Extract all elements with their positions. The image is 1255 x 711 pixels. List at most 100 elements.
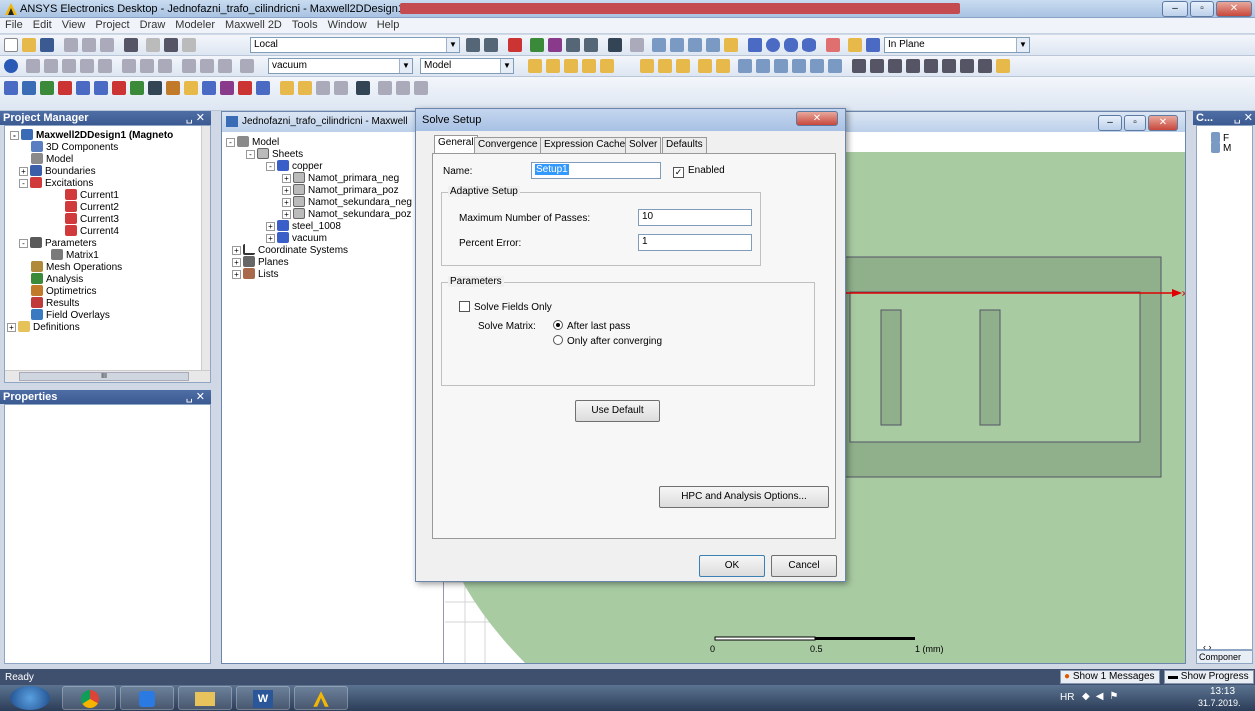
cancel-button[interactable]: Cancel <box>771 555 837 577</box>
pin-close-icon[interactable]: ␣ ✕ <box>186 111 205 125</box>
tab-convergence[interactable]: Convergence <box>474 137 542 153</box>
menu-draw[interactable]: Draw <box>135 18 171 32</box>
toolbar-icon[interactable] <box>906 59 920 73</box>
show-progress-button[interactable]: ▬ Show Progress <box>1164 670 1254 684</box>
undo-icon[interactable] <box>164 38 178 52</box>
toolbar-icon[interactable] <box>564 59 578 73</box>
toolbar-icon[interactable] <box>466 38 480 52</box>
toolbar-icon[interactable] <box>184 81 198 95</box>
draw-polygon-icon[interactable] <box>784 38 798 52</box>
toolbar-icon[interactable] <box>828 59 842 73</box>
toolbar-icon[interactable] <box>600 59 614 73</box>
enabled-checkbox[interactable]: ✓ Enabled <box>673 165 725 178</box>
percent-error-field[interactable]: 1 <box>638 234 752 251</box>
toolbar-icon[interactable] <box>58 81 72 95</box>
toolbar-icon[interactable] <box>298 81 312 95</box>
toolbar-icon[interactable] <box>960 59 974 73</box>
toolbar-icon[interactable] <box>122 59 136 73</box>
toolbar-icon[interactable] <box>112 81 126 95</box>
plane-combo[interactable]: In Plane ▼ <box>884 37 1030 53</box>
copy-icon[interactable] <box>82 38 96 52</box>
draw-spline-icon[interactable] <box>670 38 684 52</box>
toolbar-icon[interactable] <box>508 38 522 52</box>
components-tab[interactable]: Componer <box>1196 650 1253 664</box>
model-tree-lists[interactable]: + Lists <box>232 268 279 281</box>
menu-window[interactable]: Window <box>323 18 372 32</box>
toolbar-icon[interactable] <box>62 59 76 73</box>
toolbar-icon[interactable] <box>166 81 180 95</box>
menu-view[interactable]: View <box>57 18 91 32</box>
toolbar-icon[interactable] <box>80 59 94 73</box>
toolbar-icon[interactable] <box>848 38 862 52</box>
word-taskbar-button[interactable]: W <box>236 686 290 710</box>
toolbar-icon[interactable] <box>698 59 712 73</box>
new-icon[interactable] <box>4 38 18 52</box>
toolbar-icon[interactable] <box>130 81 144 95</box>
toolbar-icon[interactable] <box>978 59 992 73</box>
menu-help[interactable]: Help <box>372 18 405 32</box>
solve-fields-only-checkbox[interactable]: Solve Fields Only <box>459 301 552 313</box>
toolbar-icon[interactable] <box>826 38 840 52</box>
toolbar-icon[interactable] <box>76 81 90 95</box>
chrome-taskbar-button[interactable] <box>62 686 116 710</box>
toolbar-icon[interactable] <box>774 59 788 73</box>
max-passes-field[interactable]: 10 <box>638 209 752 226</box>
toolbar-icon[interactable] <box>566 38 580 52</box>
redo-icon[interactable] <box>182 38 196 52</box>
coordinate-system-combo[interactable]: Local ▼ <box>250 37 460 53</box>
toolbar-icon[interactable] <box>582 59 596 73</box>
maximize-button[interactable]: ▫ <box>1190 1 1214 17</box>
toolbar-icon[interactable] <box>942 59 956 73</box>
menu-file[interactable]: File <box>0 18 28 32</box>
toolbar-icon[interactable] <box>218 59 232 73</box>
show-messages-button[interactable]: ● Show 1 Messages <box>1060 670 1160 684</box>
toolbar-icon[interactable] <box>334 81 348 95</box>
save-icon[interactable] <box>40 38 54 52</box>
toolbar-icon[interactable] <box>484 38 498 52</box>
draw-rectangle-icon[interactable] <box>748 38 762 52</box>
open-icon[interactable] <box>22 38 36 52</box>
tab-solver[interactable]: Solver <box>625 137 662 153</box>
toolbar-icon[interactable] <box>756 59 770 73</box>
toolbar-icon[interactable] <box>44 59 58 73</box>
toolbar-icon[interactable] <box>140 59 154 73</box>
vertical-scrollbar[interactable] <box>201 126 210 370</box>
print-icon[interactable] <box>124 38 138 52</box>
delete-icon[interactable] <box>146 38 160 52</box>
draw-circle-icon[interactable] <box>766 38 780 52</box>
toolbar-icon[interactable] <box>716 59 730 73</box>
toolbar-icon[interactable] <box>200 59 214 73</box>
draw-function-icon[interactable] <box>724 38 738 52</box>
toolbar-icon[interactable] <box>280 81 294 95</box>
pin-close-icon[interactable]: ␣ ✕ <box>186 390 205 404</box>
toolbar-icon[interactable] <box>924 59 938 73</box>
language-indicator[interactable]: HR <box>1060 692 1074 703</box>
app-taskbar-button[interactable] <box>120 686 174 710</box>
draw-ellipse-icon[interactable] <box>802 38 816 52</box>
toolbar-icon[interactable] <box>584 38 598 52</box>
toolbar-icon[interactable] <box>640 59 654 73</box>
explorer-taskbar-button[interactable] <box>178 686 232 710</box>
toolbar-icon[interactable] <box>316 81 330 95</box>
toolbar-icon[interactable] <box>356 81 370 95</box>
toolbar-icon[interactable] <box>202 81 216 95</box>
toolbar-icon[interactable] <box>378 81 392 95</box>
pin-close-icon[interactable]: ␣ ✕ <box>1234 111 1253 125</box>
toolbar-icon[interactable] <box>658 59 672 73</box>
toolbar-icon[interactable] <box>22 81 36 95</box>
cut-icon[interactable] <box>64 38 78 52</box>
menu-tools[interactable]: Tools <box>287 18 323 32</box>
ansys-taskbar-button[interactable] <box>294 686 348 710</box>
draw-arc-icon[interactable] <box>688 38 702 52</box>
toolbar-icon[interactable] <box>548 38 562 52</box>
draw-arc-icon[interactable] <box>706 38 720 52</box>
toolbar-icon[interactable] <box>414 81 428 95</box>
toolbar-icon[interactable] <box>158 59 172 73</box>
tab-defaults[interactable]: Defaults <box>662 137 707 153</box>
dialog-close-button[interactable]: ✕ <box>796 111 838 126</box>
toolbar-icon[interactable] <box>888 59 902 73</box>
toolbar-icon[interactable] <box>240 59 254 73</box>
modeler-restore-button[interactable]: ▫ <box>1124 115 1146 131</box>
toolbar-icon[interactable] <box>94 81 108 95</box>
toolbar-icon[interactable] <box>546 59 560 73</box>
